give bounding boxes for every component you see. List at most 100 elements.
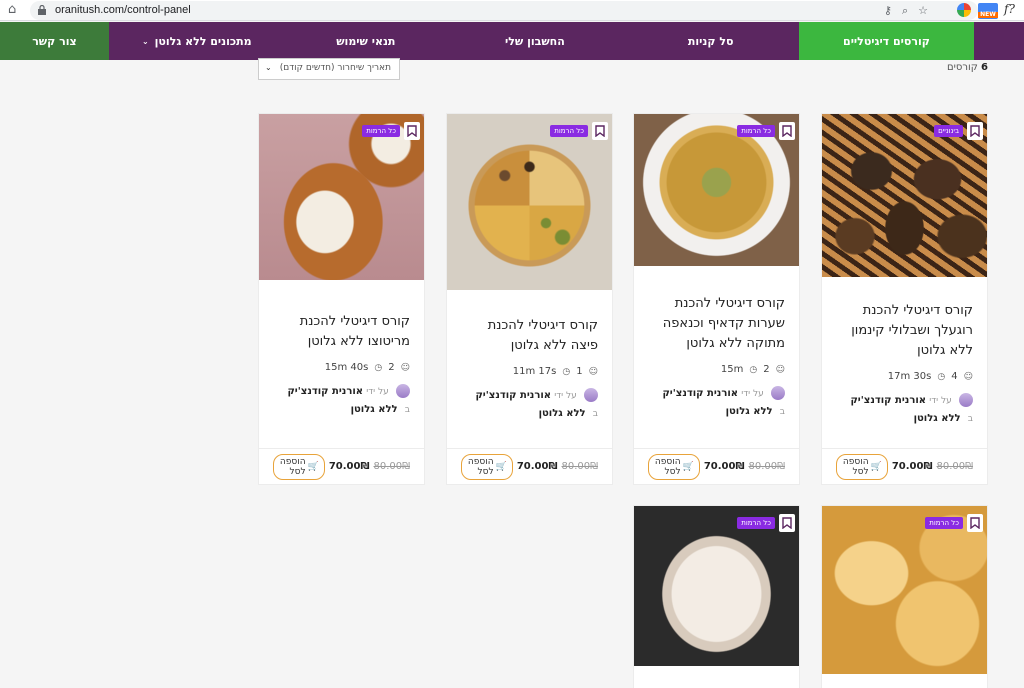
- chevron-down-icon: ⌄: [141, 36, 149, 46]
- bookmark-icon: [407, 125, 417, 137]
- course-card[interactable]: בינוניים קורס דיגיטלי להכנת רוגעלך ושבלו…: [821, 113, 988, 485]
- course-title[interactable]: קורס דיגיטלי להכנת רוגעלך ושבלולי קינמון…: [822, 301, 987, 361]
- price: 70.00₪: [328, 461, 370, 472]
- zoom-icon[interactable]: ⌕: [902, 4, 908, 18]
- author-link[interactable]: אורנית קודנצ'יק: [475, 390, 551, 401]
- course-count: 6 קורסים: [947, 62, 988, 73]
- home-icon[interactable]: ⌂: [8, 3, 16, 17]
- course-card[interactable]: כל הרמות: [821, 505, 988, 688]
- by-label: על ידי: [929, 396, 952, 406]
- user-icon: ☺: [963, 371, 973, 382]
- url-text: oranitush.com/control-panel: [55, 4, 191, 16]
- course-card[interactable]: כל הרמות: [633, 505, 800, 688]
- course-card[interactable]: כל הרמות קורס דיגיטלי להכנת שערות קדאיף …: [633, 113, 800, 485]
- add-to-cart-button[interactable]: 🛒 הוספה לסל: [836, 453, 888, 480]
- user-icon: ☺: [400, 362, 410, 373]
- cart-icon: 🛒: [682, 461, 694, 472]
- nav-cart[interactable]: סל קניות: [623, 22, 799, 60]
- price: 70.00₪: [703, 461, 745, 472]
- course-duration: 15m: [720, 364, 744, 375]
- course-image[interactable]: כל הרמות: [447, 114, 612, 290]
- add-to-cart-label: הוספה לסל: [467, 456, 494, 477]
- course-meta: ☺ 2 ◷ 15m: [634, 364, 799, 375]
- bookmark-button[interactable]: [404, 122, 420, 140]
- add-to-cart-label: הוספה לסל: [842, 456, 869, 477]
- nav-digital-courses[interactable]: קורסים דיגיטליים: [798, 22, 975, 60]
- course-card[interactable]: כל הרמות קורס דיגיטלי להכנת מריטוצו ללא …: [258, 113, 425, 485]
- category-link[interactable]: ללא גלוטן: [726, 406, 773, 417]
- nav-gluten-free-recipes[interactable]: מתכונים ללא גלוטן ⌄: [109, 22, 285, 60]
- nav-my-account[interactable]: החשבון שלי: [447, 22, 623, 60]
- bookmark-button[interactable]: [779, 514, 795, 532]
- bookmark-star-icon[interactable]: ☆: [918, 4, 928, 18]
- by-label: על ידי: [366, 387, 389, 397]
- add-to-cart-button[interactable]: 🛒 הוספה לסל: [461, 453, 513, 480]
- course-image[interactable]: בינוניים: [822, 114, 987, 277]
- by-label: על ידי: [741, 389, 764, 399]
- level-badge: כל הרמות: [737, 517, 775, 529]
- bookmark-button[interactable]: [779, 122, 795, 140]
- nav-terms[interactable]: תנאי שימוש: [285, 22, 447, 60]
- course-meta: ☺ 2 ◷ 15m 40s: [259, 362, 424, 373]
- in-label: ב: [779, 407, 785, 417]
- price: 70.00₪: [891, 461, 933, 472]
- course-image[interactable]: כל הרמות: [634, 114, 799, 266]
- course-title[interactable]: קורס דיגיטלי להכנת שערות קדאיף וכנאפה מת…: [634, 294, 799, 354]
- chevron-down-icon: ⌄: [265, 63, 272, 72]
- lesson-count: 4: [951, 371, 958, 382]
- clock-icon: ◷: [749, 364, 758, 375]
- old-price: 80.00₪: [373, 461, 410, 472]
- category-link[interactable]: ללא גלוטן: [539, 408, 586, 419]
- sort-select[interactable]: תאריך שיחרור (חדשים קודם) ⌄: [258, 58, 400, 80]
- level-badge: כל הרמות: [362, 125, 400, 137]
- avatar: [959, 393, 973, 407]
- course-title[interactable]: קורס דיגיטלי להכנת פיצה ללא גלוטן: [447, 316, 612, 356]
- add-to-cart-label: הוספה לסל: [279, 456, 306, 477]
- cart-icon: 🛒: [307, 461, 319, 472]
- clock-icon: ◷: [562, 366, 571, 377]
- lesson-count: 2: [763, 364, 770, 375]
- avatar: [396, 384, 410, 398]
- avatar: [771, 386, 785, 400]
- bookmark-icon: [782, 517, 792, 529]
- add-to-cart-button[interactable]: 🛒 הוספה לסל: [273, 453, 325, 480]
- clock-icon: ◷: [374, 362, 383, 373]
- cart-icon: 🛒: [870, 461, 882, 472]
- add-to-cart-button[interactable]: 🛒 הוספה לסל: [648, 453, 700, 480]
- bookmark-icon: [970, 517, 980, 529]
- fx-extension-icon[interactable]: f?: [1004, 2, 1020, 16]
- key-icon[interactable]: ⚷: [884, 4, 892, 18]
- lesson-count: 2: [388, 362, 395, 373]
- new-extension-icon[interactable]: NEW: [978, 3, 998, 19]
- main-nav: קורסים דיגיטליים סל קניות החשבון שלי תנא…: [0, 22, 1024, 60]
- course-image[interactable]: כל הרמות: [634, 506, 799, 666]
- bookmark-button[interactable]: [967, 514, 983, 532]
- author-link[interactable]: אורנית קודנצ'יק: [662, 388, 738, 399]
- nav-contact[interactable]: צור קשר: [0, 22, 109, 60]
- add-to-cart-label: הוספה לסל: [654, 456, 681, 477]
- author-link[interactable]: אורנית קודנצ'יק: [850, 395, 926, 406]
- category-link[interactable]: ללא גלוטן: [351, 404, 398, 415]
- in-label: ב: [404, 405, 410, 415]
- course-title[interactable]: קורס דיגיטלי להכנת מריטוצו ללא גלוטן: [259, 312, 424, 352]
- avatar: [584, 388, 598, 402]
- bookmark-button[interactable]: [592, 122, 608, 140]
- color-extension-icon[interactable]: [957, 3, 971, 17]
- level-badge: כל הרמות: [925, 517, 963, 529]
- course-meta: ☺ 4 ◷ 17m 30s: [822, 371, 987, 382]
- nav-edge: [974, 22, 1024, 60]
- bookmark-icon: [970, 125, 980, 137]
- category-link[interactable]: ללא גלוטן: [914, 413, 961, 424]
- course-duration: 11m 17s: [512, 366, 557, 377]
- user-icon: ☺: [588, 366, 598, 377]
- address-bar[interactable]: oranitush.com/control-panel ⚷ ⌕ ☆: [30, 1, 978, 20]
- by-label: על ידי: [554, 391, 577, 401]
- course-card[interactable]: כל הרמות קורס דיגיטלי להכנת פיצה ללא גלו…: [446, 113, 613, 485]
- course-image[interactable]: כל הרמות: [822, 506, 987, 674]
- course-author: על ידי אורנית קודנצ'יק ב ללא גלוטן: [259, 383, 424, 419]
- course-image[interactable]: כל הרמות: [259, 114, 424, 280]
- author-link[interactable]: אורנית קודנצ'יק: [287, 386, 363, 397]
- bookmark-icon: [595, 125, 605, 137]
- bookmark-button[interactable]: [967, 122, 983, 140]
- user-icon: ☺: [775, 364, 785, 375]
